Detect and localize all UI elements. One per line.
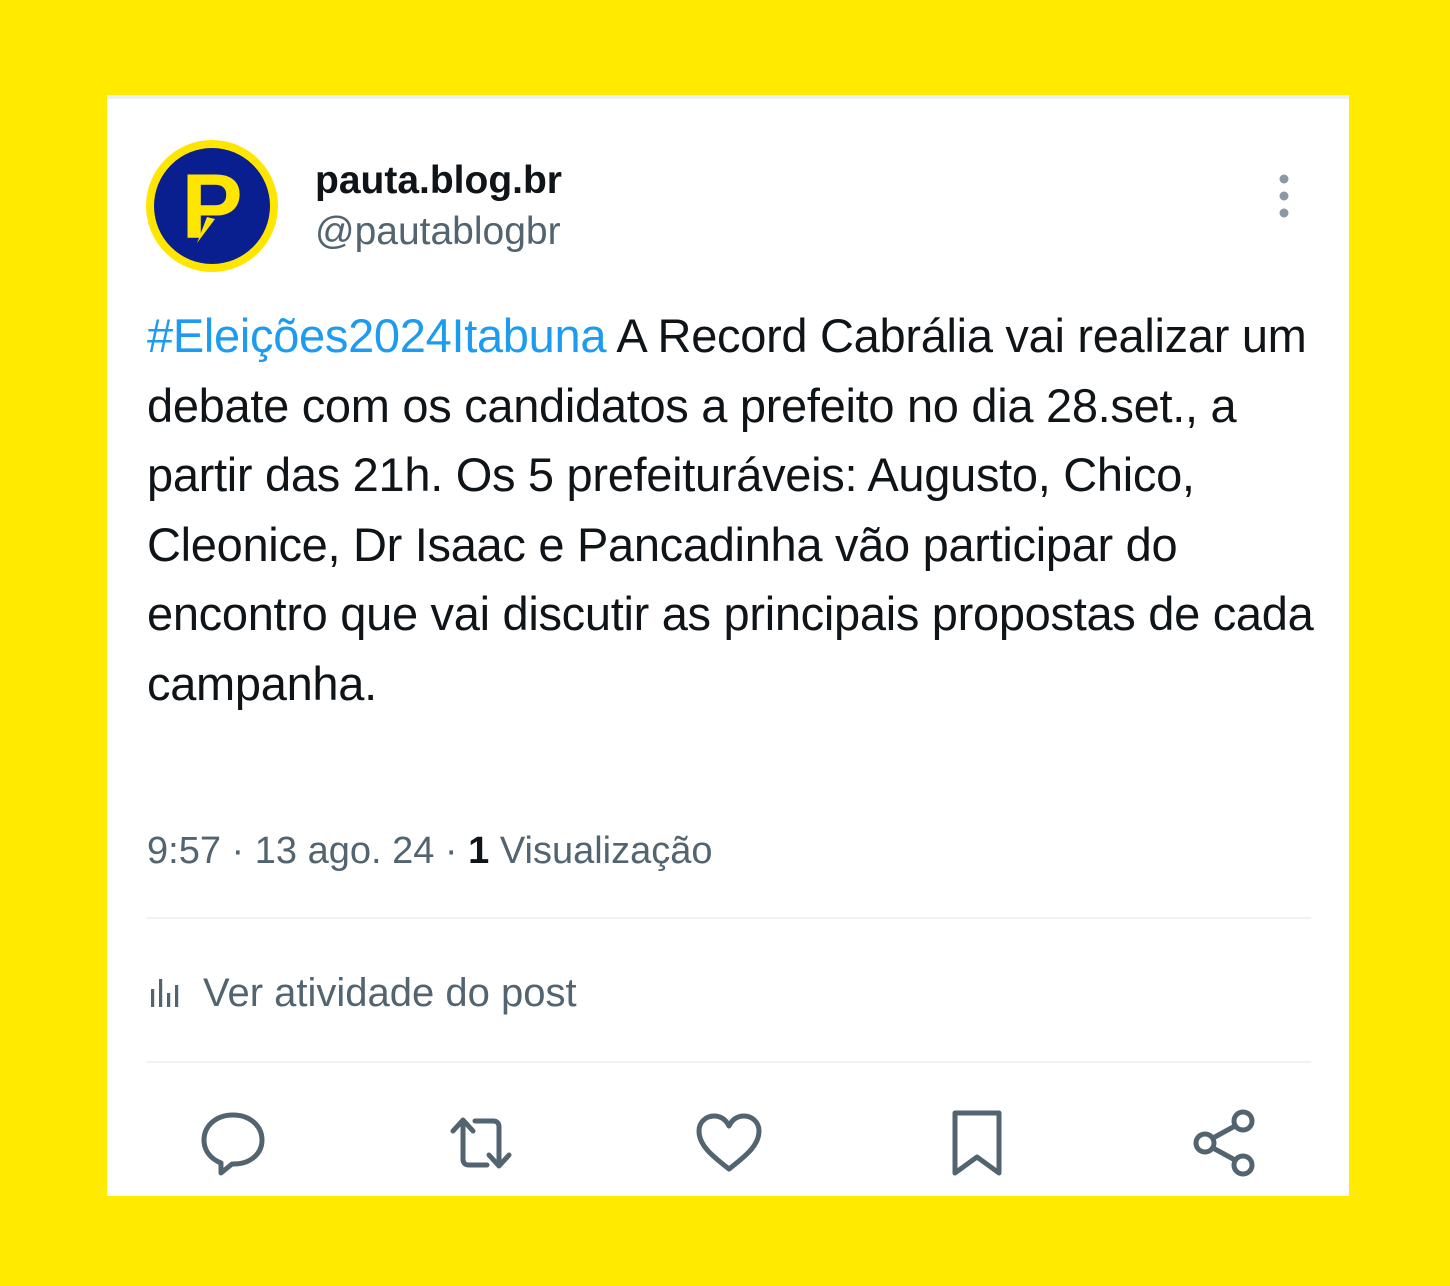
repost-icon bbox=[450, 1117, 512, 1169]
meta-separator: · bbox=[220, 830, 255, 872]
more-vertical-icon[interactable] bbox=[1271, 171, 1297, 221]
author-handle[interactable]: @pautablogbr bbox=[315, 208, 561, 256]
action-bar bbox=[147, 1099, 1311, 1189]
author-name[interactable]: pauta.blog.br bbox=[315, 157, 562, 205]
post-body: A Record Cabrália vai realizar um debate… bbox=[147, 309, 1314, 710]
pauta-logo-icon: P bbox=[146, 140, 278, 272]
views-count: 1 bbox=[468, 830, 490, 872]
view-post-activity-link[interactable]: Ver atividade do post bbox=[147, 967, 577, 1019]
post-date[interactable]: 13 ago. 24 bbox=[255, 830, 435, 872]
post-text: #Eleições2024Itabuna A Record Cabrália v… bbox=[147, 301, 1317, 718]
like-button[interactable] bbox=[691, 1105, 767, 1181]
share-button[interactable] bbox=[1187, 1105, 1263, 1181]
avatar-letter: P bbox=[181, 156, 242, 258]
share-icon bbox=[1193, 1109, 1255, 1177]
post-card: P pauta.blog.br @pautablogbr #Eleições20… bbox=[107, 95, 1349, 1196]
repost-button[interactable] bbox=[443, 1105, 519, 1181]
reply-bubble-icon bbox=[201, 1112, 265, 1176]
reply-button[interactable] bbox=[195, 1105, 271, 1181]
post-time[interactable]: 9:57 bbox=[147, 830, 221, 872]
meta-separator: · bbox=[434, 830, 469, 872]
heart-icon bbox=[696, 1113, 762, 1172]
post-meta: 9:57 · 13 ago. 24 · 1 Visualização bbox=[147, 827, 713, 875]
hashtag-link[interactable]: #Eleições2024Itabuna bbox=[147, 309, 606, 362]
views-label: Visualização bbox=[489, 830, 713, 872]
bookmark-icon bbox=[952, 1110, 1002, 1176]
avatar[interactable]: P bbox=[145, 139, 279, 273]
bar-chart-icon bbox=[151, 979, 179, 1007]
divider bbox=[147, 917, 1311, 919]
activity-label: Ver atividade do post bbox=[203, 971, 577, 1015]
bookmark-button[interactable] bbox=[939, 1105, 1015, 1181]
divider bbox=[147, 1061, 1311, 1063]
